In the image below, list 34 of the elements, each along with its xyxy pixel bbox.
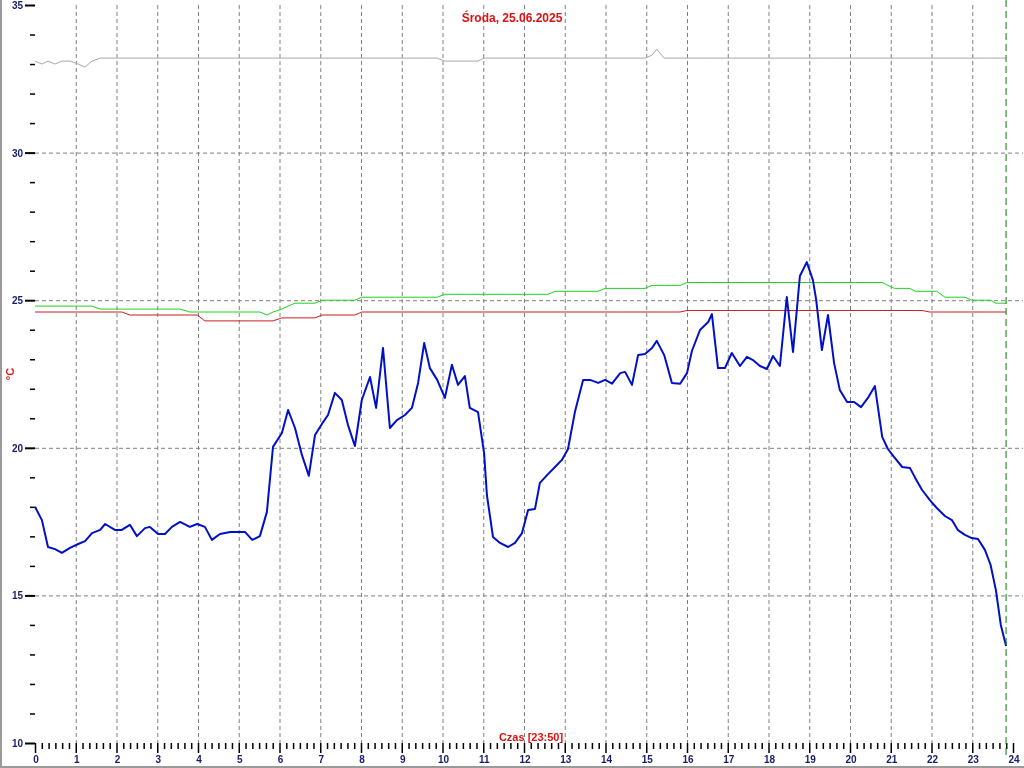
tick-label: 10 (11, 738, 23, 749)
axis-label: °C (4, 367, 16, 381)
tick-label: 6 (277, 754, 284, 765)
tick-label: 25 (11, 295, 23, 307)
tick-label: 15 (11, 590, 23, 602)
tick-label: 2 (114, 754, 121, 765)
tick-label: 17 (723, 754, 735, 765)
tick-label: 15 (641, 754, 653, 765)
tick-label: 18 (763, 754, 776, 765)
tick-label: 19 (804, 754, 816, 765)
tick-label: 9 (399, 754, 406, 765)
tick-label: 13 (560, 754, 572, 765)
tick-label: 20 (11, 442, 23, 454)
tick-label: 24 (1008, 754, 1020, 765)
tick-label: 20 (845, 754, 857, 765)
tick-label: 30 (11, 147, 23, 159)
tick-label: 1 (73, 754, 80, 765)
tick-label: 35 (11, 0, 23, 11)
tick-label: 14 (600, 754, 613, 765)
tick-label: 11 (478, 754, 490, 765)
tick-label: 7 (318, 754, 325, 765)
tick-label: 8 (359, 754, 365, 765)
tick-label: 10 (437, 754, 450, 765)
tick-label: 3 (155, 754, 162, 765)
tick-label: 12 (519, 754, 531, 765)
tick-label: 0 (33, 754, 39, 765)
axis-label: Czas [23:50] (498, 731, 564, 743)
tick-label: 21 (886, 754, 898, 765)
tick-label: 5 (236, 754, 243, 765)
tick-label: 23 (967, 754, 979, 765)
chart-title: Środa, 25.06.2025 (461, 11, 563, 25)
tick-label: 22 (926, 754, 939, 765)
tick-label: 16 (682, 754, 694, 765)
tick-label: 4 (196, 754, 202, 765)
